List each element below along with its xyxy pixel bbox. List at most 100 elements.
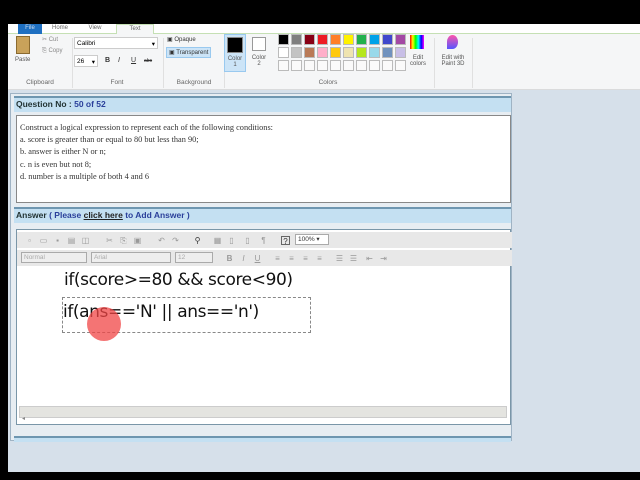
empty-color-slot[interactable] <box>304 60 315 71</box>
color-swatch[interactable] <box>382 47 393 58</box>
question-line: c. n is even but not 8; <box>20 159 92 169</box>
transparent-label: Transparent <box>176 50 209 56</box>
underline-button[interactable]: U <box>131 57 136 64</box>
color-swatch[interactable] <box>395 34 406 45</box>
justify-icon[interactable]: ≡ <box>315 254 324 263</box>
paragraph-icon[interactable]: ¶ <box>259 236 268 245</box>
empty-color-slot[interactable] <box>395 60 406 71</box>
doc-icon[interactable]: ▯ <box>227 236 236 245</box>
zoom-value: 100% <box>298 236 315 243</box>
code-line-1: if(score>=80 && score<90) <box>64 270 293 290</box>
empty-color-slot[interactable] <box>330 60 341 71</box>
copy-button[interactable]: ⎘ Copy <box>42 48 62 55</box>
add-answer-link[interactable]: click here <box>84 210 123 220</box>
cut-icon[interactable]: ✂ <box>105 236 114 245</box>
color-swatch[interactable] <box>278 47 289 58</box>
empty-color-slot[interactable] <box>382 60 393 71</box>
bullet-list-icon[interactable]: ☰ <box>349 254 358 263</box>
paste-icon[interactable]: ▣ <box>133 236 142 245</box>
tab-home[interactable]: Home <box>48 24 72 34</box>
style-select[interactable]: Normal <box>21 252 87 263</box>
zoom-select[interactable]: 100% ▾ <box>295 234 329 245</box>
paste-icon[interactable] <box>16 36 30 54</box>
horizontal-scrollbar[interactable]: ◂ <box>19 406 507 422</box>
cut-button[interactable]: ✂ Cut <box>42 36 58 43</box>
opaque-button[interactable]: ▣ Opaque <box>167 36 196 43</box>
divider <box>163 38 164 88</box>
help-icon[interactable]: ? <box>281 236 290 246</box>
color-swatch[interactable] <box>291 47 302 58</box>
color-swatch[interactable] <box>356 47 367 58</box>
opaque-label: Opaque <box>174 37 196 43</box>
align-right-icon[interactable]: ≡ <box>301 254 310 263</box>
empty-color-slot[interactable] <box>291 60 302 71</box>
color-swatch[interactable] <box>369 47 380 58</box>
color-swatch[interactable] <box>395 47 406 58</box>
indent-icon[interactable]: ⇥ <box>379 254 388 263</box>
color-swatch[interactable] <box>356 34 367 45</box>
color-swatch[interactable] <box>330 34 341 45</box>
paint3d-icon[interactable] <box>447 35 458 49</box>
color-swatch[interactable] <box>382 34 393 45</box>
edit-colors-button[interactable]: Edit colors <box>406 55 430 67</box>
save-icon[interactable]: ▪ <box>53 236 62 245</box>
empty-color-slot[interactable] <box>278 60 289 71</box>
color2-button[interactable]: Color 2 <box>250 34 270 72</box>
empty-color-slot[interactable] <box>369 60 380 71</box>
transparent-button[interactable]: ▣ Transparent <box>166 47 212 58</box>
align-center-icon[interactable]: ≡ <box>287 254 296 263</box>
copy-icon[interactable]: ⎘ <box>119 236 128 245</box>
answer-editor[interactable]: ▫ ▭ ▪ ▤ ◫ ✂ ⎘ ▣ ↶ ↷ ⚲ ▦ ▯ ▯ ¶ ? 100% ▾ N… <box>16 229 512 425</box>
bold-button[interactable]: B <box>105 57 110 64</box>
edit-with-paint3d-button[interactable]: Edit with Paint 3D <box>436 55 470 67</box>
numbered-list-icon[interactable]: ☰ <box>335 254 344 263</box>
empty-color-slot[interactable] <box>343 60 354 71</box>
print-icon[interactable]: ▤ <box>67 236 76 245</box>
color-swatch[interactable] <box>304 47 315 58</box>
color1-button[interactable]: Color 1 <box>224 34 246 72</box>
pasted-screenshot: Question No : 50 of 52 Construct a logic… <box>10 93 512 442</box>
table-icon[interactable]: ▦ <box>213 236 222 245</box>
redo-icon[interactable]: ↷ <box>171 236 180 245</box>
open-icon[interactable]: ▭ <box>39 236 48 245</box>
size-select[interactable]: 12 <box>175 252 213 263</box>
bold-icon[interactable]: B <box>225 254 234 263</box>
font-select[interactable]: Arial <box>91 252 171 263</box>
edit-colors-icon[interactable] <box>410 35 424 49</box>
answer-pre: ( Please <box>49 210 84 220</box>
new-icon[interactable]: ▫ <box>25 236 34 245</box>
color-swatch[interactable] <box>343 34 354 45</box>
color-swatch[interactable] <box>278 34 289 45</box>
color-swatch[interactable] <box>291 34 302 45</box>
color-swatch[interactable] <box>317 47 328 58</box>
tab-view[interactable]: View <box>84 24 106 34</box>
question-line: d. number is a multiple of both 4 and 6 <box>20 171 150 181</box>
question-line: b. answer is either N or n; <box>20 147 106 157</box>
empty-color-slot[interactable] <box>317 60 328 71</box>
font-name-select[interactable]: Calibri ▾ <box>74 37 158 49</box>
empty-color-slot[interactable] <box>356 60 367 71</box>
background-group-label: Background <box>176 79 212 86</box>
strikethrough-button[interactable]: abc <box>144 58 152 64</box>
undo-icon[interactable]: ↶ <box>157 236 166 245</box>
italic-icon[interactable]: I <box>239 254 248 263</box>
doc2-icon[interactable]: ▯ <box>243 236 252 245</box>
tab-file[interactable]: File <box>18 24 42 34</box>
color-swatch[interactable] <box>317 34 328 45</box>
ribbon-tabs: File Home View Text <box>8 24 640 34</box>
color-swatch[interactable] <box>343 47 354 58</box>
chevron-down-icon: ▾ <box>151 41 155 48</box>
tab-text[interactable]: Text <box>116 24 154 34</box>
italic-button[interactable]: I <box>118 57 120 64</box>
underline-icon[interactable]: U <box>253 254 262 263</box>
color-swatch[interactable] <box>330 47 341 58</box>
preview-icon[interactable]: ◫ <box>81 236 90 245</box>
color-swatch[interactable] <box>304 34 315 45</box>
scroll-left-icon[interactable]: ◂ <box>20 416 25 422</box>
outdent-icon[interactable]: ⇤ <box>365 254 374 263</box>
font-size-select[interactable]: 26 ▾ <box>74 55 98 67</box>
paste-button[interactable]: Paste <box>15 57 30 63</box>
color-swatch[interactable] <box>369 34 380 45</box>
find-icon[interactable]: ⚲ <box>193 236 202 245</box>
align-left-icon[interactable]: ≡ <box>273 254 282 263</box>
